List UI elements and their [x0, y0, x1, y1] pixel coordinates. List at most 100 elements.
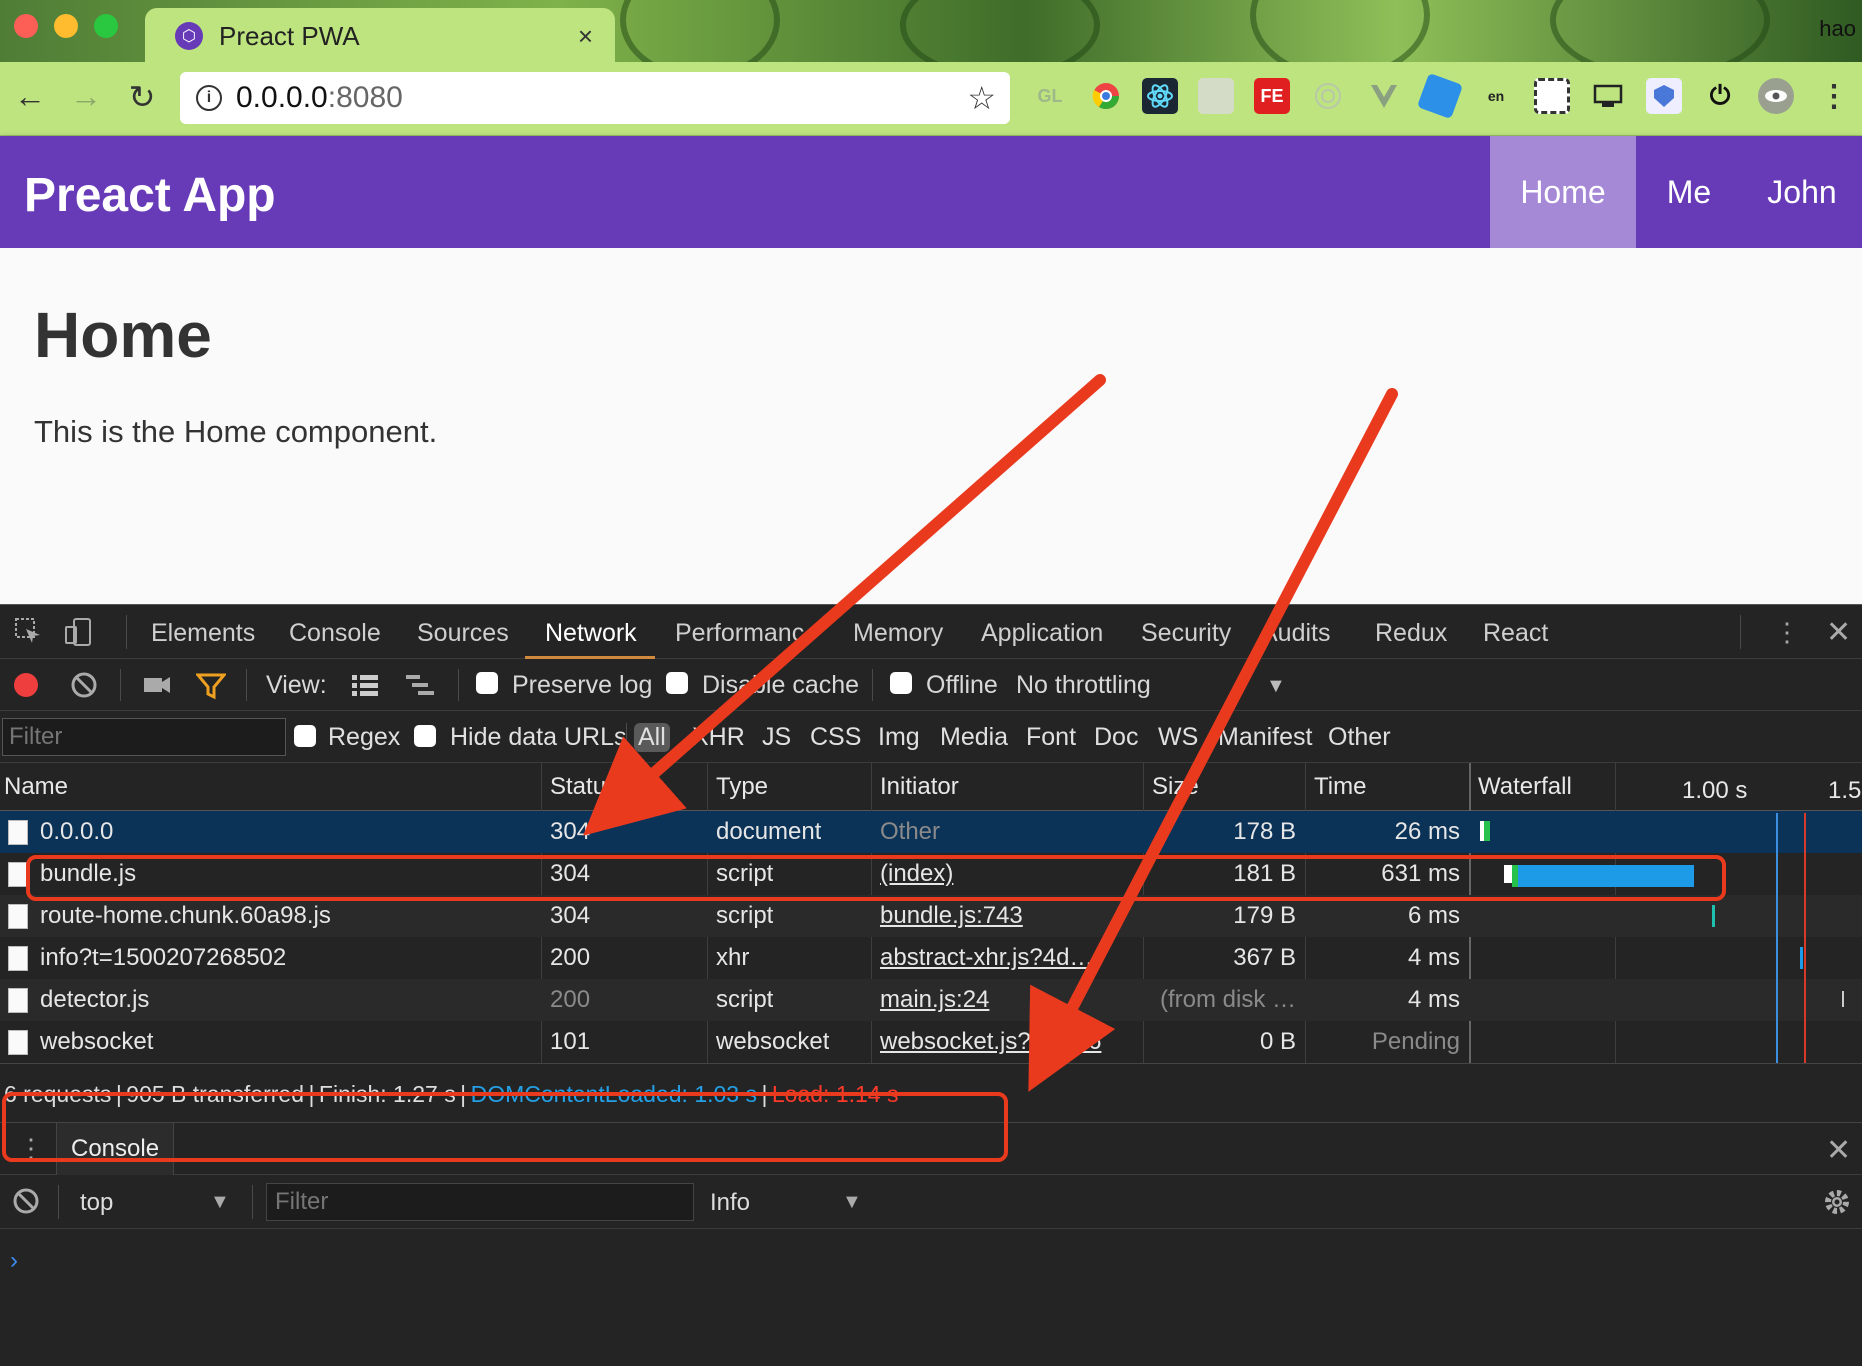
window-zoom-button[interactable] — [94, 14, 118, 38]
window-close-button[interactable] — [14, 14, 38, 38]
translate-icon[interactable]: en — [1478, 78, 1514, 114]
gear-icon[interactable] — [1822, 1187, 1852, 1224]
tab-audits[interactable]: Audits — [1261, 619, 1330, 648]
request-type: websocket — [716, 1028, 830, 1055]
tab-network[interactable]: Network — [545, 619, 637, 648]
clear-console-icon[interactable] — [12, 1187, 40, 1222]
console-filter-input[interactable] — [266, 1183, 694, 1221]
screenshot-camera-icon[interactable] — [142, 672, 172, 705]
tab-performance[interactable]: Performance — [675, 619, 805, 648]
filter-type-css[interactable]: CSS — [810, 723, 861, 752]
nav-me-link[interactable]: Me — [1636, 136, 1742, 248]
column-size[interactable]: Size — [1152, 773, 1199, 801]
large-rows-icon[interactable] — [350, 672, 380, 705]
overview-waterfall-icon[interactable] — [404, 672, 436, 705]
profile-name[interactable]: hao — [1819, 16, 1856, 42]
tab-console[interactable]: Console — [289, 619, 381, 648]
offline-checkbox[interactable] — [890, 672, 912, 694]
request-row[interactable]: 0.0.0.0 304 document Other 178 B 26 ms — [0, 811, 1862, 853]
browser-menu-icon[interactable]: ⋮ — [1816, 78, 1852, 114]
request-row[interactable]: websocket 101 websocket websocket.js?…d7… — [0, 1021, 1862, 1063]
clear-icon[interactable] — [70, 671, 98, 706]
chevron-down-icon[interactable]: ▼ — [210, 1191, 230, 1214]
filter-funnel-icon[interactable] — [194, 672, 228, 707]
network-filter-input[interactable] — [2, 718, 286, 756]
disable-cache-checkbox[interactable] — [666, 672, 688, 694]
target-icon[interactable] — [1310, 78, 1346, 114]
filter-type-xhr[interactable]: XHR — [692, 723, 745, 752]
shield-icon[interactable] — [1646, 78, 1682, 114]
notes-icon[interactable] — [1198, 78, 1234, 114]
nav-john-link[interactable]: John — [1742, 136, 1862, 248]
tab-redux[interactable]: Redux — [1375, 619, 1447, 648]
qr-icon[interactable] — [1534, 78, 1570, 114]
bookmark-star-icon[interactable]: ☆ — [967, 79, 996, 117]
throttling-select[interactable]: No throttling — [1016, 671, 1151, 700]
filter-type-font[interactable]: Font — [1026, 723, 1076, 752]
filter-type-all[interactable]: All — [634, 723, 670, 752]
react-icon[interactable] — [1142, 78, 1178, 114]
chevron-down-icon[interactable]: ▼ — [842, 1191, 862, 1214]
chrome-icon[interactable] — [1088, 78, 1124, 114]
forward-button[interactable]: → — [66, 78, 106, 115]
console-prompt[interactable]: › — [10, 1247, 18, 1275]
address-bar[interactable]: i 0.0.0.0:8080 ☆ — [180, 72, 1010, 124]
vue-icon[interactable] — [1366, 78, 1402, 114]
column-name[interactable]: Name — [4, 773, 68, 801]
tab-react[interactable]: React — [1483, 619, 1548, 648]
request-initiator-link[interactable]: abstract-xhr.js?4d… — [880, 944, 1130, 972]
record-button[interactable] — [14, 673, 38, 697]
tag-icon[interactable] — [1416, 72, 1464, 120]
context-select[interactable]: top — [80, 1189, 113, 1217]
chevron-down-icon[interactable]: ▼ — [1266, 675, 1286, 698]
tab-application[interactable]: Application — [981, 619, 1103, 648]
device-toolbar-icon[interactable] — [64, 617, 94, 654]
filter-type-img[interactable]: Img — [878, 723, 920, 752]
window-minimize-button[interactable] — [54, 14, 78, 38]
column-status[interactable]: Status — [550, 773, 618, 801]
extension-gl-icon[interactable]: GL — [1032, 78, 1068, 114]
tab-close-icon[interactable]: × — [578, 21, 593, 52]
websocket-file-icon — [8, 1030, 28, 1055]
nav-home-link[interactable]: Home — [1490, 136, 1636, 248]
browser-tab-active[interactable]: ⬡ Preact PWA × — [145, 8, 615, 62]
preserve-log-checkbox[interactable] — [476, 672, 498, 694]
extension-fe-icon[interactable]: FE — [1254, 78, 1290, 114]
power-icon[interactable]: ⏻ — [1702, 78, 1738, 114]
hide-data-urls-checkbox[interactable] — [414, 725, 436, 747]
back-button[interactable]: ← — [10, 78, 50, 115]
request-initiator-link[interactable]: websocket.js?…d7:6 — [880, 1028, 1130, 1056]
log-level-select[interactable]: Info — [710, 1189, 750, 1217]
column-initiator[interactable]: Initiator — [880, 773, 959, 801]
regex-checkbox[interactable] — [294, 725, 316, 747]
filter-type-js[interactable]: JS — [762, 723, 791, 752]
devtools-close-icon[interactable]: ✕ — [1826, 615, 1851, 650]
site-info-icon[interactable]: i — [196, 85, 222, 111]
filter-type-ws[interactable]: WS — [1158, 723, 1198, 752]
request-initiator-link[interactable]: bundle.js:743 — [880, 902, 1130, 930]
devtools-menu-icon[interactable]: ⋮ — [1774, 617, 1800, 648]
request-initiator-link[interactable]: main.js:24 — [880, 986, 1130, 1014]
filter-type-manifest[interactable]: Manifest — [1218, 723, 1312, 752]
column-waterfall[interactable]: Waterfall — [1478, 773, 1572, 801]
xhr-file-icon — [8, 946, 28, 971]
view-label: View: — [266, 671, 327, 699]
filter-type-doc[interactable]: Doc — [1094, 723, 1138, 752]
drawer-close-icon[interactable]: ✕ — [1826, 1133, 1851, 1168]
tab-sources[interactable]: Sources — [417, 619, 509, 648]
column-type[interactable]: Type — [716, 773, 768, 801]
filter-type-media[interactable]: Media — [940, 723, 1008, 752]
column-time[interactable]: Time — [1314, 773, 1366, 801]
tab-security[interactable]: Security — [1141, 619, 1231, 648]
request-row[interactable]: route-home.chunk.60a98.js 304 script bun… — [0, 895, 1862, 937]
tab-elements[interactable]: Elements — [151, 619, 255, 648]
request-row[interactable]: info?t=1500207268502 200 xhr abstract-xh… — [0, 937, 1862, 979]
divider — [458, 669, 459, 701]
eye-icon[interactable] — [1758, 78, 1794, 114]
tab-memory[interactable]: Memory — [853, 619, 943, 648]
reload-button[interactable]: ↻ — [122, 78, 162, 116]
filter-type-other[interactable]: Other — [1328, 723, 1391, 752]
inspect-element-icon[interactable] — [14, 617, 42, 652]
cast-icon[interactable] — [1590, 78, 1626, 114]
request-row[interactable]: detector.js 200 script main.js:24 (from … — [0, 979, 1862, 1021]
